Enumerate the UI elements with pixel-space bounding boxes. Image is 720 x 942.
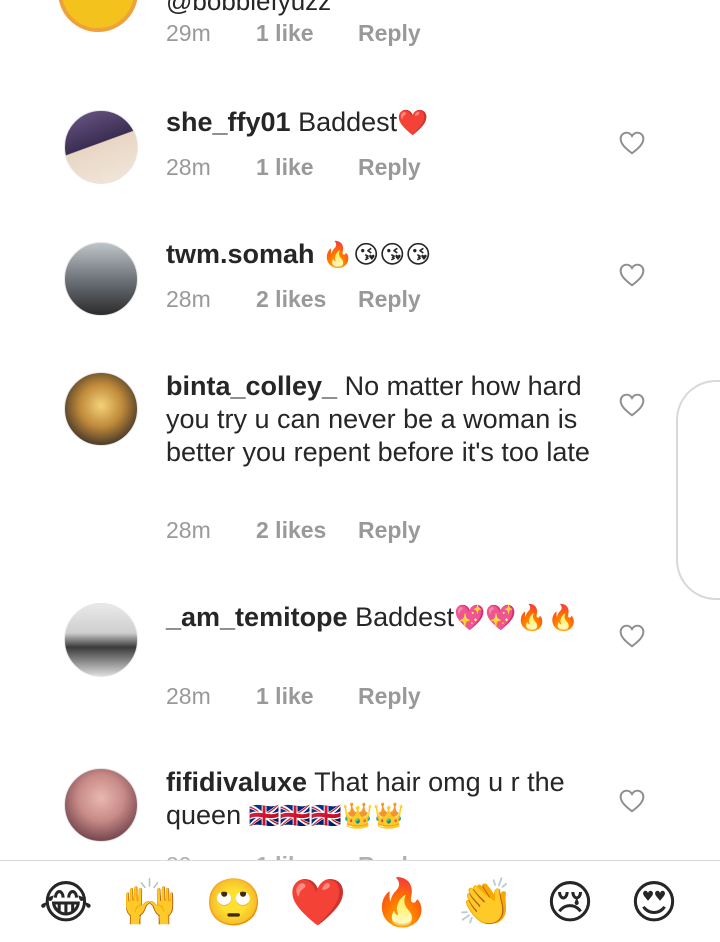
reply-button[interactable]: Reply [358,286,421,313]
avatar[interactable] [64,603,138,677]
likes-count[interactable]: 1 like [256,848,358,860]
clapping-hands-emoji-button[interactable]: 👏 [455,871,517,933]
comment-username[interactable]: binta_colley_ [166,371,337,401]
comment-time: 28m [166,286,211,312]
heart-eyes-emoji-button[interactable]: 😍 [623,871,685,933]
comment-time: 28m [166,517,211,543]
comment-username[interactable]: _am_temitope [166,602,348,632]
reply-button[interactable]: Reply [358,683,421,710]
comment-body: Baddest [355,602,455,632]
red-heart-emoji-button[interactable]: ❤️ [287,871,349,933]
comment-time: 28m [166,154,211,180]
reply-button[interactable]: Reply [358,852,421,860]
likes-count[interactable]: 2 likes [256,286,358,313]
like-heart-icon[interactable] [619,263,645,287]
comment-meta: 28m 1 like Reply [166,154,421,181]
comment-text: binta_colley_ No matter how hard you try… [166,370,606,469]
emoji-quick-bar: 😂 🙌 🙄 ❤️ 🔥 👏 😢 😍 [0,860,720,942]
reply-button[interactable]: Reply [358,517,421,544]
likes-count[interactable]: 1 like [256,154,358,181]
likes-count[interactable]: 2 likes [256,517,358,544]
like-heart-icon[interactable] [619,624,645,648]
tears-of-joy-emoji-button[interactable]: 😂 [35,871,97,933]
comment-username[interactable]: @bobbiefyuzz [166,0,331,17]
comment-meta: 28m 1 like Reply [166,683,421,710]
avatar[interactable] [64,242,138,316]
comment-time: 29m [166,20,211,46]
like-heart-icon[interactable] [619,393,645,417]
reply-button[interactable]: Reply [358,20,421,47]
raising-hands-emoji-button[interactable]: 🙌 [119,871,181,933]
crying-face-emoji-button[interactable]: 😢 [539,871,601,933]
comment-emoji: 💖💖🔥🔥 [454,603,579,632]
avatar[interactable] [64,372,138,446]
comment-username[interactable]: fifidivaluxe [166,767,307,797]
comment-text: _am_temitope Baddest💖💖🔥🔥 [166,601,606,634]
scroll-handle[interactable] [676,380,720,600]
comment-emoji: 🇬🇧🇬🇧🇬🇧👑👑 [248,801,405,830]
avatar[interactable] [58,0,138,32]
comment-text: fifidivaluxe That hair omg u r the queen… [166,766,606,832]
comment-time: 29m [166,848,256,860]
reply-button[interactable]: Reply [358,154,421,181]
likes-count[interactable]: 1 like [256,20,358,47]
like-heart-icon[interactable] [619,789,645,813]
comment-meta: 29m 1 like Reply [166,20,421,47]
avatar[interactable] [64,768,138,842]
comment-body: Baddest [298,107,398,137]
comment-emoji: 🔥😘😘😘 [322,240,432,269]
eye-roll-emoji-button[interactable]: 🙄 [203,871,265,933]
comment-meta: 29m1 likeReply [166,848,421,860]
comment-username[interactable]: twm.somah [166,239,315,269]
avatar[interactable] [64,110,138,184]
likes-count[interactable]: 1 like [256,683,358,710]
comment-meta: 28m 2 likes Reply [166,286,421,313]
comment-text: she_ffy01 Baddest❤️ [166,106,606,139]
fire-emoji-button[interactable]: 🔥 [371,871,433,933]
comment-emoji: ❤️ [397,108,429,137]
comment-username[interactable]: she_ffy01 [166,107,291,137]
comment-text: twm.somah 🔥😘😘😘 [166,238,606,271]
comment-meta: 28m 2 likes Reply [166,517,421,544]
like-heart-icon[interactable] [619,131,645,155]
comment-time: 28m [166,683,211,709]
